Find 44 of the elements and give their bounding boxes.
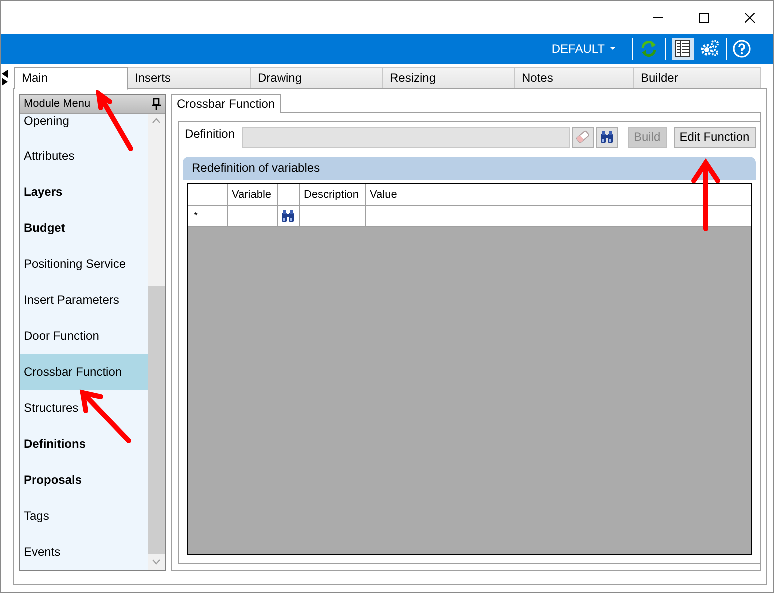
- table-cell[interactable]: [228, 206, 278, 227]
- binoculars-icon: [599, 129, 615, 145]
- menu-item[interactable]: Insert Parameters: [20, 282, 148, 318]
- maximize-icon: [699, 12, 709, 22]
- tab[interactable]: Main: [14, 67, 128, 90]
- field-label: Definition: [185, 127, 236, 141]
- menu-item[interactable]: Attributes: [20, 138, 148, 174]
- menu-item[interactable]: Door Function: [20, 318, 148, 354]
- panel-title: Module Menu: [24, 98, 91, 110]
- menu-item[interactable]: Crossbar Function: [20, 354, 148, 390]
- menu-item[interactable]: Structures: [20, 390, 148, 426]
- tab[interactable]: Builder: [633, 67, 761, 89]
- new-row-marker: *: [194, 210, 198, 222]
- tab[interactable]: Resizing: [382, 67, 515, 89]
- menu-item[interactable]: Budget: [20, 210, 148, 246]
- scroll-right-icon[interactable]: [1, 78, 9, 86]
- close-icon: [745, 12, 755, 22]
- scroll-left-icon[interactable]: [1, 70, 9, 78]
- menu-item[interactable]: Positioning Service: [20, 246, 148, 282]
- tab[interactable]: Inserts: [127, 67, 251, 89]
- menu-item[interactable]: Proposals: [20, 462, 148, 498]
- table-cell[interactable]: [300, 206, 366, 227]
- help-icon[interactable]: [733, 40, 751, 58]
- profile-dropdown[interactable]: DEFAULT: [552, 42, 616, 56]
- settings-icon[interactable]: [700, 39, 720, 59]
- pin-icon[interactable]: [152, 98, 161, 110]
- section-title: Redefinition of variables: [191, 160, 322, 177]
- scrollbar[interactable]: [148, 114, 165, 570]
- menu-item[interactable]: Events: [20, 534, 148, 570]
- menu-item[interactable]: Definitions: [20, 426, 148, 462]
- tab[interactable]: Crossbar Function: [171, 94, 282, 113]
- binoculars-icon[interactable]: [280, 208, 296, 224]
- menu-item[interactable]: Layers: [20, 174, 148, 210]
- refresh-icon[interactable]: [639, 39, 659, 59]
- annotation-arrow: [96, 88, 134, 152]
- layout-icon[interactable]: [672, 38, 694, 60]
- caret-icon: [610, 47, 616, 51]
- search-button[interactable]: [596, 126, 618, 148]
- menu-item[interactable]: Tags: [20, 498, 148, 534]
- tab[interactable]: Notes: [514, 67, 634, 89]
- action-button[interactable]: Edit Function: [674, 126, 756, 148]
- menu-item[interactable]: Opening: [20, 114, 148, 138]
- tab[interactable]: Drawing: [250, 67, 383, 89]
- eraser-icon: [575, 129, 591, 145]
